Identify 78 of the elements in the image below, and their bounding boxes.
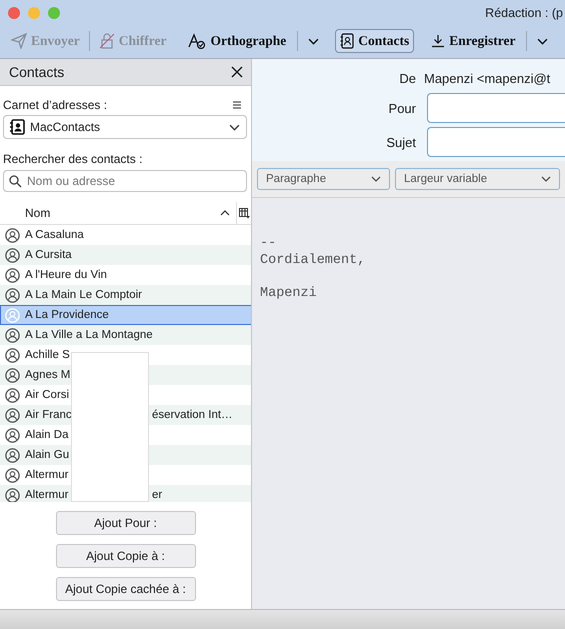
contact-name: Achille S [25,349,71,361]
menu-icon[interactable] [233,101,241,109]
toolbar-button[interactable]: Enregistrer [426,29,520,53]
contact-name: Alain Gu [25,449,70,461]
person-icon [5,468,20,482]
lock-icon [98,33,115,49]
toolbar-button[interactable]: Orthographe [183,29,292,53]
add-recipient-button[interactable]: Ajout Copie cachée à : [56,577,196,601]
person-icon [5,388,20,402]
message-text: -- [260,236,276,251]
contact-name: éservation Int… [152,409,234,421]
contact-name: A Cursita [25,249,73,261]
contact-row[interactable]: Air Corsi [0,385,251,405]
person-icon [5,248,20,262]
from-label: De [398,70,416,86]
spellcheck-icon [188,33,206,49]
contact-name: Agnes M [25,369,72,381]
message-text: Cordialement, [260,252,366,268]
search-field[interactable]: Nom ou adresse [3,170,247,192]
subject-field[interactable] [427,127,565,157]
contact-name: A l'Heure du Vin [25,269,108,281]
search-icon [9,175,22,188]
sidebar-title: Contacts [9,64,64,80]
column-picker-icon[interactable] [238,208,250,218]
add-recipient-button[interactable]: Ajout Pour : [56,511,196,535]
caret-icon [541,176,551,182]
person-icon [5,308,20,322]
contact-row[interactable]: A Cursita [0,245,251,265]
contact-name: A La Providence [25,309,110,321]
contact-name: er [152,489,164,501]
address-book-icon [9,119,25,135]
font-dropdown[interactable]: Largeur variable [395,168,560,190]
column-header[interactable]: Nom [0,206,220,220]
window-title: Rédaction : (p [485,6,564,20]
paragraph-format-dropdown[interactable]: Paragraphe [257,168,390,190]
person-icon [5,268,20,282]
person-icon [5,368,20,382]
contact-row[interactable]: A La Ville a La Montagne [0,325,251,345]
subject-label: Sujet [385,134,416,150]
from-value[interactable]: Mapenzi <mapenzi@t [424,67,565,89]
person-icon [5,448,20,462]
search-label: Rechercher des contacts : [2,151,144,166]
address-book-icon [340,33,354,49]
toolbar-button[interactable]: Contacts [335,29,414,53]
contact-row[interactable]: Achille S [0,345,251,365]
person-icon [5,348,20,362]
caret-icon [229,124,240,130]
contact-name: A La Main Le Comptoir [25,289,143,301]
contact-row[interactable]: A La Main Le Comptoir [0,285,251,305]
contact-name: Alain Da [25,429,70,441]
caret-icon [371,176,381,182]
person-icon [5,288,20,302]
contact-name: Air Franc [25,409,73,421]
add-recipient-button[interactable]: Ajout Copie à : [56,544,196,568]
contact-name: Altermur [25,489,70,501]
contact-name: Air Corsi [25,389,70,401]
to-label: Pour [388,100,416,116]
contact-name: Altermur [25,469,70,481]
person-icon [5,228,20,242]
sort-ascending-icon[interactable] [220,210,230,216]
contact-row[interactable]: Altermur [0,465,251,485]
download-icon [431,34,446,48]
person-icon [5,428,20,442]
paper-plane-icon [11,33,27,49]
address-book-label: Carnet d’adresses : [3,98,108,112]
address-book-dropdown[interactable]: MacContacts [3,115,247,139]
contact-row[interactable]: A l'Heure du Vin [0,265,251,285]
contact-row[interactable]: A Casaluna [0,225,251,245]
to-field[interactable] [427,93,565,123]
person-icon [5,488,20,502]
close-icon[interactable] [231,66,243,78]
contact-row[interactable]: A La Providence [0,305,251,325]
person-icon [5,328,20,342]
contact-name: A La Ville a La Montagne [25,329,153,341]
contact-name: A Casaluna [25,229,85,241]
message-text: Mapenzi [260,284,317,300]
person-icon [5,408,20,422]
contact-row[interactable]: Alain Da [0,425,251,445]
